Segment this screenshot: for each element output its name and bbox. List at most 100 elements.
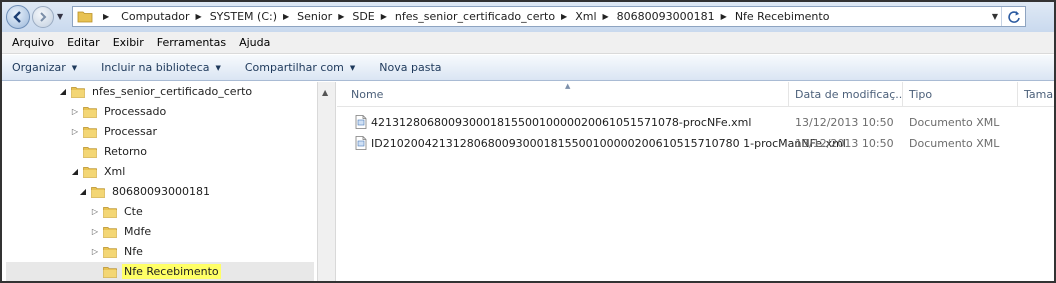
chevron-down-icon: ▼: [71, 63, 78, 72]
breadcrumb-separator-icon[interactable]: ▶: [283, 12, 289, 21]
breadcrumb-separator-icon[interactable]: ▶: [338, 12, 344, 21]
breadcrumb-label: Xml: [575, 10, 597, 23]
collapsed-arrow-icon[interactable]: ▷: [90, 207, 100, 216]
tree-item-label: Nfe: [124, 245, 143, 258]
folder-icon: [83, 146, 97, 158]
tree-item[interactable]: ▷ Cte: [90, 202, 145, 221]
expanded-arrow-icon[interactable]: ◢: [58, 87, 68, 96]
back-arrow-icon: [13, 11, 21, 23]
folder-icon: [103, 246, 117, 258]
column-header-size[interactable]: Taman: [1018, 82, 1054, 107]
tree-item-label: Mdfe: [124, 225, 152, 238]
menu-item[interactable]: Editar: [67, 36, 100, 49]
explorer-window: ▼ ▶ Computador ▶ SYSTEM (C:) ▶ Senior ▶ SDE ▶ nf…: [0, 0, 1056, 283]
collapsed-arrow-icon[interactable]: ▷: [70, 107, 80, 116]
recent-pages-dropdown[interactable]: ▼: [57, 12, 67, 22]
breadcrumb-item[interactable]: nfes_senior_certificado_certo ▶: [395, 10, 575, 23]
column-header-row: ▲ Nome Data de modificaç... Tipo Taman: [337, 82, 1054, 107]
folder-icon: [71, 86, 85, 98]
menu-item[interactable]: Arquivo: [12, 36, 54, 49]
menu-bar: Arquivo Editar Exibir Ferramentas Ajuda: [2, 32, 1054, 54]
menu-item[interactable]: Ferramentas: [157, 36, 226, 49]
column-header-type[interactable]: Tipo: [903, 82, 1018, 107]
new-folder-button[interactable]: Nova pasta: [379, 61, 441, 74]
tree-item-label: Xml: [104, 165, 126, 178]
collapsed-arrow-icon[interactable]: ▷: [70, 127, 80, 136]
refresh-button[interactable]: [1001, 7, 1025, 26]
folder-icon: [83, 126, 97, 138]
chevron-down-icon: ▼: [349, 63, 356, 72]
expanded-arrow-icon[interactable]: ◢: [70, 167, 80, 176]
column-header-date[interactable]: Data de modificaç...: [789, 82, 903, 107]
breadcrumb-item[interactable]: SDE ▶: [352, 10, 395, 23]
breadcrumb-label: Computador: [121, 10, 190, 23]
tree-item[interactable]: ▷ Processar: [70, 122, 159, 141]
breadcrumb-label: 80680093000181: [616, 10, 715, 23]
breadcrumb-item[interactable]: Computador ▶: [121, 10, 210, 23]
share-with-button[interactable]: Compartilhar com ▼: [245, 61, 355, 74]
tree-item[interactable]: ◢ 80680093000181: [78, 182, 212, 201]
column-size-label: Taman: [1024, 88, 1054, 101]
forward-button[interactable]: [32, 6, 54, 28]
folder-icon: [103, 226, 117, 238]
share-label: Compartilhar com: [244, 61, 344, 74]
file-date: 13/12/2013 10:50: [795, 136, 894, 150]
tree-item[interactable]: Nfe Recebimento: [6, 262, 314, 281]
expanded-arrow-icon[interactable]: ◢: [78, 187, 88, 196]
breadcrumb-separator-icon[interactable]: ▶: [196, 12, 202, 21]
address-history-dropdown[interactable]: ▼: [989, 12, 1001, 21]
folder-icon: [91, 186, 105, 198]
tree-item-label: Processado: [104, 105, 167, 118]
file-list: ▲ Nome Data de modificaç... Tipo Taman 4…: [337, 82, 1054, 281]
column-header-name[interactable]: Nome: [337, 82, 789, 107]
organize-button[interactable]: Organizar ▼: [12, 61, 77, 74]
tree-item[interactable]: ▷ Processado: [70, 102, 168, 121]
breadcrumb-item[interactable]: Senior ▶: [297, 10, 352, 23]
tree-item[interactable]: ▷ Mdfe: [90, 222, 153, 241]
breadcrumb-label: SDE: [352, 10, 375, 23]
collapsed-arrow-icon[interactable]: ▷: [90, 247, 100, 256]
breadcrumb-item[interactable]: SYSTEM (C:) ▶: [210, 10, 297, 23]
file-name: ID21020042131280680093000181550010000020…: [371, 136, 846, 150]
breadcrumb-separator-icon[interactable]: ▶: [381, 12, 387, 21]
breadcrumb-item[interactable]: Xml ▶: [575, 10, 616, 23]
menu-item[interactable]: Ajuda: [239, 36, 270, 49]
folder-icon: [77, 11, 93, 23]
breadcrumb-separator-icon[interactable]: ▶: [561, 12, 567, 21]
xml-document-icon: [355, 115, 367, 129]
tree-item-label: Nfe Recebimento: [122, 264, 221, 279]
command-toolbar: Organizar ▼ Incluir na biblioteca ▼ Compar…: [2, 55, 1054, 81]
column-name-label: Nome: [351, 88, 384, 101]
include-in-library-button[interactable]: Incluir na biblioteca ▼: [101, 61, 221, 74]
file-row[interactable]: ID21020042131280680093000181550010000020…: [337, 133, 1054, 153]
collapsed-arrow-icon[interactable]: ▷: [90, 227, 100, 236]
forward-arrow-icon: [40, 12, 47, 22]
file-name-cell: ID21020042131280680093000181550010000020…: [355, 133, 846, 153]
tree-item-label: nfes_senior_certificado_certo: [92, 85, 253, 98]
xml-document-icon: [355, 136, 367, 150]
tree-item-label: Processar: [104, 125, 157, 138]
breadcrumb-item[interactable]: Nfe Recebimento: [735, 10, 830, 23]
file-row[interactable]: 4213128068009300018155001000002006105157…: [337, 112, 1054, 132]
tree-item[interactable]: ◢ Xml: [70, 162, 127, 181]
file-name: 4213128068009300018155001000002006105157…: [371, 115, 752, 129]
breadcrumb-separator-icon[interactable]: ▶: [603, 12, 609, 21]
breadcrumb-label: SYSTEM (C:): [209, 10, 277, 23]
tree-item[interactable]: ▷ Nfe: [90, 242, 145, 261]
breadcrumb-separator-icon[interactable]: ▶: [721, 12, 727, 21]
folder-icon: [83, 166, 97, 178]
menu-item[interactable]: Exibir: [113, 36, 144, 49]
file-date: 13/12/2013 10:50: [795, 115, 894, 129]
navigation-scrollbar[interactable]: ▲: [318, 82, 336, 281]
file-name-cell: 4213128068009300018155001000002006105157…: [355, 112, 751, 132]
new-folder-label: Nova pasta: [379, 61, 442, 74]
scroll-up-icon[interactable]: ▲: [322, 88, 328, 97]
breadcrumb-item[interactable]: 80680093000181 ▶: [617, 10, 735, 23]
folder-icon: [103, 266, 117, 278]
address-bar[interactable]: ▶ Computador ▶ SYSTEM (C:) ▶ Senior ▶ SDE ▶ nfes…: [72, 6, 1026, 27]
tree-item[interactable]: Retorno: [70, 142, 149, 161]
back-button[interactable]: [6, 5, 30, 29]
tree-item[interactable]: ◢ nfes_senior_certificado_certo: [58, 82, 254, 101]
file-type: Documento XML: [909, 136, 1000, 150]
file-type: Documento XML: [909, 115, 1000, 129]
